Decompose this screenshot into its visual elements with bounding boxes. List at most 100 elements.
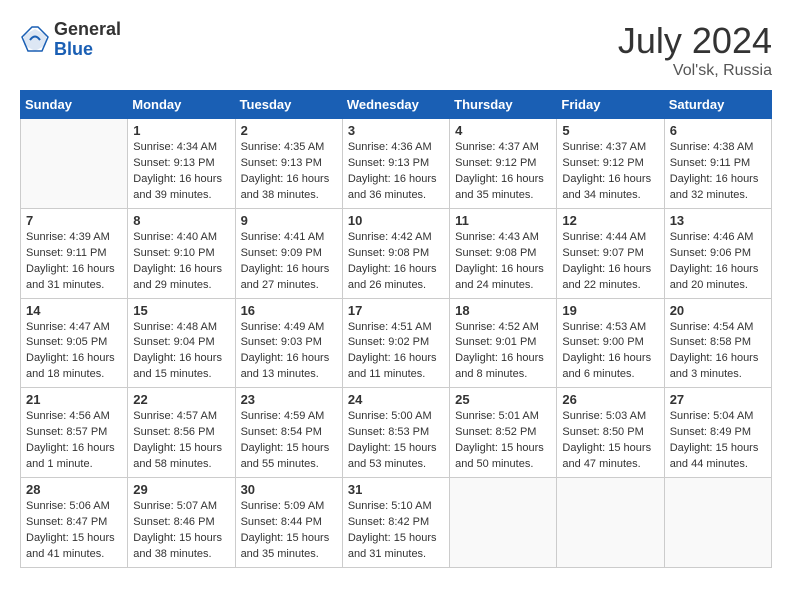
calendar-cell: 9 Sunrise: 4:41 AMSunset: 9:09 PMDaylight… [235, 208, 342, 298]
calendar-cell: 26 Sunrise: 5:03 AMSunset: 8:50 PMDayligh… [557, 388, 664, 478]
day-info: Sunrise: 5:01 AMSunset: 8:52 PMDaylight:… [455, 409, 551, 473]
calendar-cell: 28Sunrise: 5:06 AMSunset: 8:47 PMDayligh… [21, 478, 128, 568]
sunset-text: Sunset: 9:06 PM [670, 247, 751, 259]
daylight-text: Daylight: 16 hours and 34 minutes. [562, 173, 651, 201]
calendar-cell: 16Sunrise: 4:49 AMSunset: 9:03 PMDayligh… [235, 298, 342, 388]
sunrise-text: Sunrise: 5:09 AM [241, 500, 325, 512]
title-block: July 2024 Vol'sk, Russia [618, 20, 772, 80]
sunset-text: Sunset: 8:49 PM [670, 426, 751, 438]
day-number: 1 [133, 123, 229, 138]
calendar-cell: 15Sunrise: 4:48 AMSunset: 9:04 PMDayligh… [128, 298, 235, 388]
day-info: Sunrise: 4:37 AMSunset: 9:12 PMDaylight:… [455, 140, 551, 204]
day-number: 27 [670, 392, 766, 407]
daylight-text: Daylight: 15 hours and 41 minutes. [26, 532, 115, 560]
sunrise-text: Sunrise: 4:49 AM [241, 321, 325, 333]
sunset-text: Sunset: 8:53 PM [348, 426, 429, 438]
calendar-cell [557, 478, 664, 568]
sunrise-text: Sunrise: 4:57 AM [133, 410, 217, 422]
day-info: Sunrise: 4:40 AMSunset: 9:10 PMDaylight:… [133, 230, 229, 294]
day-number: 26 [562, 392, 658, 407]
day-info: Sunrise: 4:54 AMSunset: 8:58 PMDaylight:… [670, 320, 766, 384]
day-info: Sunrise: 5:03 AMSunset: 8:50 PMDaylight:… [562, 409, 658, 473]
calendar-cell: 7Sunrise: 4:39 AMSunset: 9:11 PMDaylight… [21, 208, 128, 298]
day-info: Sunrise: 4:47 AM Sunset: 9:05 PM Daylight:… [26, 320, 122, 384]
daylight-text: Daylight: 15 hours and 47 minutes. [562, 442, 651, 470]
sunrise-text: Sunrise: 4:37 AM [562, 141, 646, 153]
day-info: Sunrise: 4:41 AMSunset: 9:09 PMDaylight:… [241, 230, 337, 294]
day-info: Sunrise: 4:57 AMSunset: 8:56 PMDaylight:… [133, 409, 229, 473]
daylight-text: Daylight: 16 hours and 3 minutes. [670, 352, 759, 380]
day-number: 7 [26, 213, 122, 228]
day-number: 2 [241, 123, 337, 138]
day-info: Sunrise: 4:49 AMSunset: 9:03 PMDaylight:… [241, 320, 337, 384]
daylight-text: Daylight: 16 hours and 32 minutes. [670, 173, 759, 201]
calendar-cell: 13 Sunrise: 4:46 AMSunset: 9:06 PMDayligh… [664, 208, 771, 298]
daylight-text: Daylight: 16 hours and 20 minutes. [670, 263, 759, 291]
sunset-text: Sunset: 9:02 PM [348, 336, 429, 348]
sunrise-text: Sunrise: 5:03 AM [562, 410, 646, 422]
day-number: 11 [455, 213, 551, 228]
day-number: 21 [26, 392, 122, 407]
sunrise-text: Sunrise: 4:53 AM [562, 321, 646, 333]
calendar-cell: 17Sunrise: 4:51 AMSunset: 9:02 PMDayligh… [342, 298, 449, 388]
calendar-cell: 12Sunrise: 4:44 AMSunset: 9:07 PMDayligh… [557, 208, 664, 298]
calendar-cell: 27Sunrise: 5:04 AMSunset: 8:49 PMDayligh… [664, 388, 771, 478]
day-number: 10 [348, 213, 444, 228]
sunrise-text: Sunrise: 4:59 AM [241, 410, 325, 422]
calendar-cell: 5Sunrise: 4:37 AMSunset: 9:12 PMDaylight… [557, 119, 664, 209]
day-info: Sunrise: 5:04 AMSunset: 8:49 PMDaylight:… [670, 409, 766, 473]
sunrise-text: Sunrise: 4:47 AM [26, 321, 110, 333]
sunrise-text: Sunrise: 4:44 AM [562, 231, 646, 243]
sunrise-text: Sunrise: 4:51 AM [348, 321, 432, 333]
sunrise-text: Sunrise: 5:04 AM [670, 410, 754, 422]
day-number: 17 [348, 303, 444, 318]
sunset-text: Sunset: 9:11 PM [26, 247, 107, 259]
sunset-text: Sunset: 9:08 PM [455, 247, 536, 259]
calendar-cell: 21Sunrise: 4:56 AMSunset: 8:57 PMDayligh… [21, 388, 128, 478]
sunset-text: Sunset: 8:56 PM [133, 426, 214, 438]
calendar-week-1: 7Sunrise: 4:39 AMSunset: 9:11 PMDaylight… [21, 208, 772, 298]
daylight-text: Daylight: 16 hours and 13 minutes. [241, 352, 330, 380]
daylight-text: Daylight: 15 hours and 50 minutes. [455, 442, 544, 470]
col-header-sunday: Sunday [21, 91, 128, 119]
sunrise-text: Sunrise: 4:37 AM [455, 141, 539, 153]
page-header: General Blue July 2024 Vol'sk, Russia [20, 20, 772, 80]
daylight-text: Daylight: 15 hours and 35 minutes. [241, 532, 330, 560]
day-info: Sunrise: 4:38 AMSunset: 9:11 PMDaylight:… [670, 140, 766, 204]
day-info: Sunrise: 4:52 AMSunset: 9:01 PMDaylight:… [455, 320, 551, 384]
daylight-text: Daylight: 16 hours and 26 minutes. [348, 263, 437, 291]
day-info: Sunrise: 5:06 AMSunset: 8:47 PMDaylight:… [26, 499, 122, 563]
sunset-text: Sunset: 9:07 PM [562, 247, 643, 259]
day-info: Sunrise: 4:36 AMSunset: 9:13 PMDaylight:… [348, 140, 444, 204]
sunset-text: Sunset: 9:10 PM [133, 247, 214, 259]
calendar-cell: 3Sunrise: 4:36 AMSunset: 9:13 PMDaylight… [342, 119, 449, 209]
sunset-text: Sunset: 9:08 PM [348, 247, 429, 259]
sunset-text: Sunset: 9:01 PM [455, 336, 536, 348]
calendar-cell: 22Sunrise: 4:57 AMSunset: 8:56 PMDayligh… [128, 388, 235, 478]
calendar-week-3: 21Sunrise: 4:56 AMSunset: 8:57 PMDayligh… [21, 388, 772, 478]
sunset-text: Sunset: 8:58 PM [670, 336, 751, 348]
daylight-text: Daylight: 16 hours and 38 minutes. [241, 173, 330, 201]
day-number: 6 [670, 123, 766, 138]
day-number: 4 [455, 123, 551, 138]
location-title: Vol'sk, Russia [618, 62, 772, 80]
sunset-text: Sunset: 9:04 PM [133, 336, 214, 348]
sunset-text: Sunset: 8:57 PM [26, 426, 107, 438]
day-number: 13 [670, 213, 766, 228]
sunset-text: Sunset: 9:05 PM [26, 336, 107, 348]
day-number: 31 [348, 482, 444, 497]
daylight-text: Daylight: 16 hours and 15 minutes. [133, 352, 222, 380]
sunrise-text: Sunrise: 4:48 AM [133, 321, 217, 333]
sunset-text: Sunset: 9:00 PM [562, 336, 643, 348]
calendar-cell: 11Sunrise: 4:43 AMSunset: 9:08 PMDayligh… [450, 208, 557, 298]
day-number: 8 [133, 213, 229, 228]
day-info: Sunrise: 4:34 AMSunset: 9:13 PMDaylight:… [133, 140, 229, 204]
day-number: 20 [670, 303, 766, 318]
day-info: Sunrise: 4:46 AMSunset: 9:06 PMDaylight:… [670, 230, 766, 294]
calendar-week-0: 1 Sunrise: 4:34 AMSunset: 9:13 PMDaylight… [21, 119, 772, 209]
calendar-cell: 31Sunrise: 5:10 AMSunset: 8:42 PMDayligh… [342, 478, 449, 568]
day-number: 30 [241, 482, 337, 497]
daylight-text: Daylight: 16 hours and 18 minutes. [26, 352, 115, 380]
col-header-monday: Monday [128, 91, 235, 119]
day-number: 9 [241, 213, 337, 228]
